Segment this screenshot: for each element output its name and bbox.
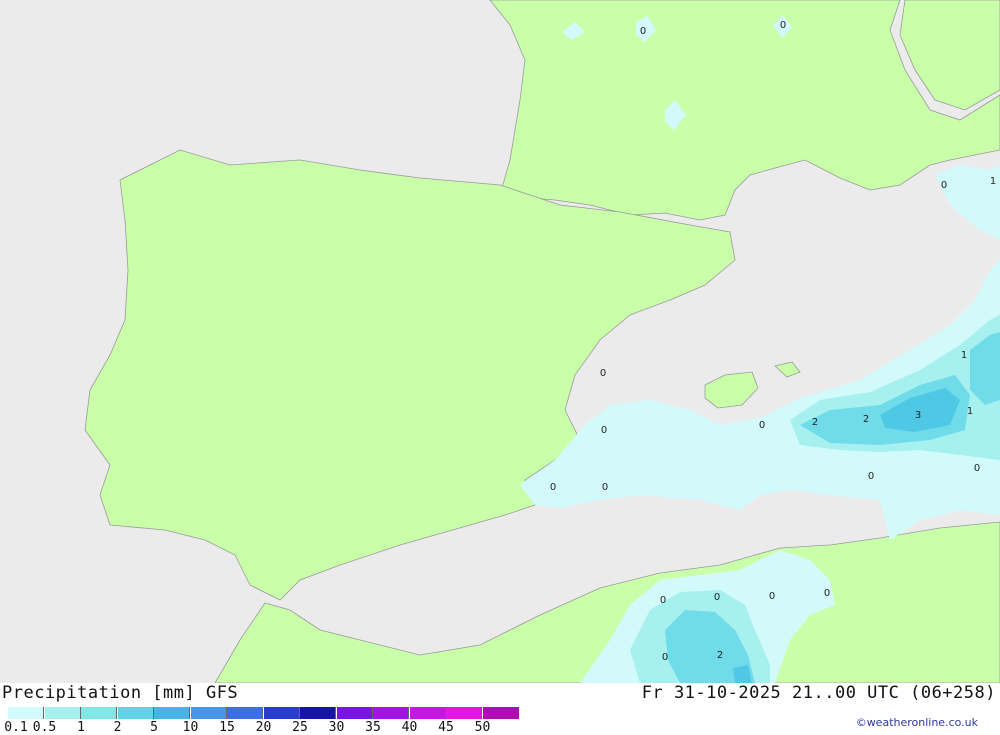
legend-swatch (409, 707, 446, 719)
value-label: 0 (550, 482, 556, 493)
legend-swatch (446, 707, 482, 719)
value-label: 0 (824, 588, 830, 599)
legend-swatch (336, 707, 373, 719)
legend-swatch (227, 707, 263, 719)
legend-swatch (373, 707, 409, 719)
value-label: 0 (769, 591, 775, 602)
value-label: 0 (660, 595, 666, 606)
value-label: 3 (915, 410, 921, 421)
value-label: 2 (863, 414, 869, 425)
value-label: 0 (662, 652, 668, 663)
value-label: 0 (868, 471, 874, 482)
forecast-datetime: Fr 31-10-2025 21..00 UTC (06+258) (641, 683, 996, 703)
precipitation-map: 0 0 0 1 0 1 0 2 2 3 1 0 0 0 0 0 0 0 0 0 … (0, 0, 1000, 683)
value-label: 0 (640, 26, 646, 37)
legend-swatch (44, 707, 81, 719)
legend-swatch (263, 707, 300, 719)
legend-swatch (117, 707, 154, 719)
value-label: 0 (974, 463, 980, 474)
value-label: 2 (812, 417, 818, 428)
value-label: 0 (941, 180, 947, 191)
legend-swatch (300, 707, 336, 719)
map-footer: Precipitation [mm] GFS Fr 31-10-2025 21.… (0, 683, 1000, 735)
value-label: 0 (602, 482, 608, 493)
value-label: 1 (967, 406, 973, 417)
map-title: Precipitation [mm] GFS (2, 683, 239, 703)
value-label: 1 (961, 350, 967, 361)
value-label: 2 (717, 650, 723, 661)
legend-swatch (190, 707, 227, 719)
copyright-link[interactable]: ©weatheronline.co.uk (856, 716, 978, 729)
value-label: 0 (759, 420, 765, 431)
value-label: 0 (600, 368, 606, 379)
value-label: 1 (990, 176, 996, 187)
value-label: 0 (780, 20, 786, 31)
legend-swatch (8, 707, 44, 719)
legend-swatch (81, 707, 117, 719)
legend-swatch (154, 707, 190, 719)
legend-swatch (482, 707, 519, 719)
value-label: 0 (601, 425, 607, 436)
value-label: 0 (714, 592, 720, 603)
